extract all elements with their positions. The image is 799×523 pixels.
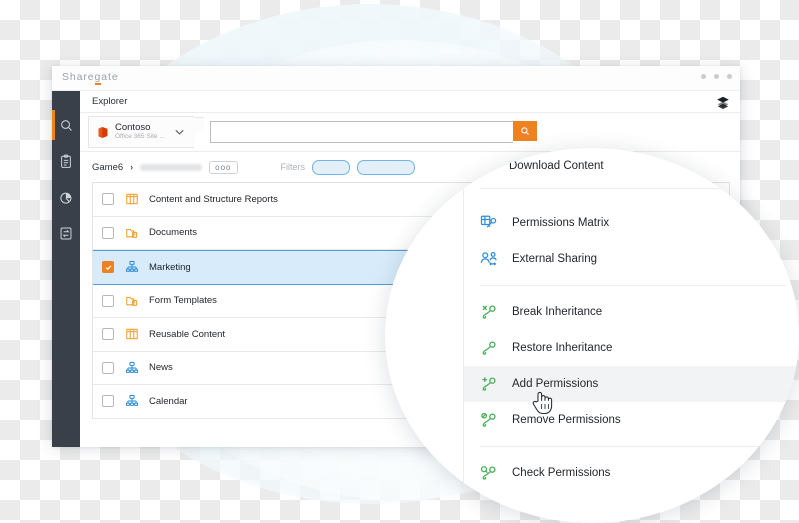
site-tree-icon: [125, 260, 140, 274]
menu-item-label: Add Permissions: [512, 378, 599, 390]
search-bar: [209, 121, 537, 143]
sidebar-item-migration[interactable]: [52, 218, 80, 248]
sidebar-item-reports[interactable]: [52, 146, 80, 176]
site-tab-notch: [193, 116, 204, 148]
close-button[interactable]: [727, 74, 732, 79]
search-icon: [60, 119, 72, 131]
screenshot-canvas: Sharegate Explorer Contoso Office 365 Si…: [0, 0, 799, 523]
row-label: Documents: [149, 227, 198, 239]
row-label: Calendar: [149, 395, 188, 407]
swap-arrows-icon: [60, 226, 72, 240]
breadcrumb-overflow-button[interactable]: ooo: [209, 160, 238, 174]
row-label: Content and Structure Reports: [149, 193, 278, 205]
external-sharing-icon: [480, 250, 500, 268]
site-tree-icon: [125, 361, 140, 375]
site-tree-icon: [125, 394, 140, 408]
context-menu-header: Download Content: [464, 148, 799, 184]
search-button[interactable]: [512, 121, 537, 141]
filter-chip-2[interactable]: [357, 159, 416, 175]
refresh-button[interactable]: [766, 156, 790, 176]
filter-chip-1[interactable]: [312, 159, 351, 175]
menu-item-label: Restore Inheritance: [512, 342, 613, 354]
menu-item-label: Check Permissions: [512, 467, 611, 479]
row-label: Form Templates: [149, 295, 217, 307]
breadcrumb-root[interactable]: Game6: [92, 162, 123, 173]
site-tab-row: Contoso Office 365 Site ...: [80, 113, 740, 152]
menu-item-restore-inheritance[interactable]: Restore Inheritance: [464, 330, 799, 366]
remove-permissions-key-icon: [480, 411, 500, 429]
minimize-button[interactable]: [701, 74, 706, 79]
permissions-matrix-icon: [480, 214, 500, 232]
row-checkbox[interactable]: [102, 226, 114, 239]
row-checkbox[interactable]: [102, 193, 114, 206]
chevron-down-icon[interactable]: [175, 129, 184, 135]
app-logo: Sharegate: [62, 71, 119, 83]
list-columns-icon: [125, 192, 140, 206]
maximize-button[interactable]: [714, 74, 719, 79]
office365-icon: [98, 126, 108, 138]
menu-divider: [480, 285, 786, 286]
list-columns-icon: [125, 327, 140, 341]
menu-item-check-permissions[interactable]: Check Permissions: [464, 455, 799, 491]
row-label: News: [149, 362, 173, 374]
context-menu: Download Content Permissions Matrix Exte…: [463, 148, 799, 523]
search-icon: [521, 127, 529, 135]
site-tab-subtitle: Office 365 Site ...: [115, 133, 165, 141]
row-checkbox[interactable]: [102, 328, 114, 341]
row-label: Reusable Content: [149, 328, 226, 340]
sidebar-item-analytics[interactable]: [52, 182, 80, 212]
breadcrumb-separator: ›: [130, 162, 134, 172]
title-bar: Sharegate: [52, 66, 740, 91]
layers-icon[interactable]: [716, 95, 730, 109]
refresh-icon: [774, 161, 782, 170]
row-checkbox[interactable]: [102, 261, 114, 274]
filters-label: Filters: [280, 162, 306, 172]
break-inheritance-key-icon: [480, 303, 500, 321]
menu-item-label[interactable]: Download Content: [509, 160, 604, 172]
menu-item-add-permissions[interactable]: Add Permissions: [464, 366, 799, 402]
breadcrumb-current[interactable]: [140, 163, 203, 171]
add-permissions-key-icon: [480, 375, 500, 393]
row-checkbox[interactable]: [102, 361, 114, 374]
page-title: Explorer: [92, 96, 128, 107]
document-library-icon: [125, 294, 140, 308]
menu-item-permissions-matrix[interactable]: Permissions Matrix: [464, 205, 799, 241]
menu-divider: [480, 446, 786, 447]
check-permissions-key-icon: [480, 464, 500, 482]
clipboard-icon: [61, 154, 71, 168]
menu-divider: [480, 188, 786, 189]
checkmark-icon: [105, 265, 111, 270]
menu-item-label: Permissions Matrix: [512, 217, 610, 229]
sidebar-item-search[interactable]: [52, 110, 80, 140]
site-tab-contoso[interactable]: Contoso Office 365 Site ...: [88, 116, 194, 148]
explorer-header: Explorer: [80, 91, 740, 113]
menu-item-remove-permissions[interactable]: Remove Permissions: [464, 402, 799, 438]
magnifier-lens: Download Content Permissions Matrix Exte…: [385, 148, 799, 523]
pie-chart-icon: [59, 192, 71, 204]
window-controls[interactable]: [701, 74, 732, 79]
menu-item-break-inheritance[interactable]: Break Inheritance: [464, 294, 799, 330]
menu-item-label: Break Inheritance: [512, 306, 603, 318]
row-label: Marketing: [149, 261, 191, 273]
restore-inheritance-key-icon: [480, 339, 500, 357]
site-tab-name: Contoso: [115, 122, 151, 134]
navigation-rail: [52, 91, 80, 447]
download-icon: [480, 155, 497, 177]
menu-item-label: Remove Permissions: [512, 414, 621, 426]
document-library-icon: [125, 226, 140, 240]
row-checkbox[interactable]: [102, 395, 114, 408]
menu-item-external-sharing[interactable]: External Sharing: [464, 241, 799, 277]
row-checkbox[interactable]: [102, 294, 114, 307]
menu-item-label: External Sharing: [512, 253, 598, 265]
search-input[interactable]: [209, 121, 513, 143]
